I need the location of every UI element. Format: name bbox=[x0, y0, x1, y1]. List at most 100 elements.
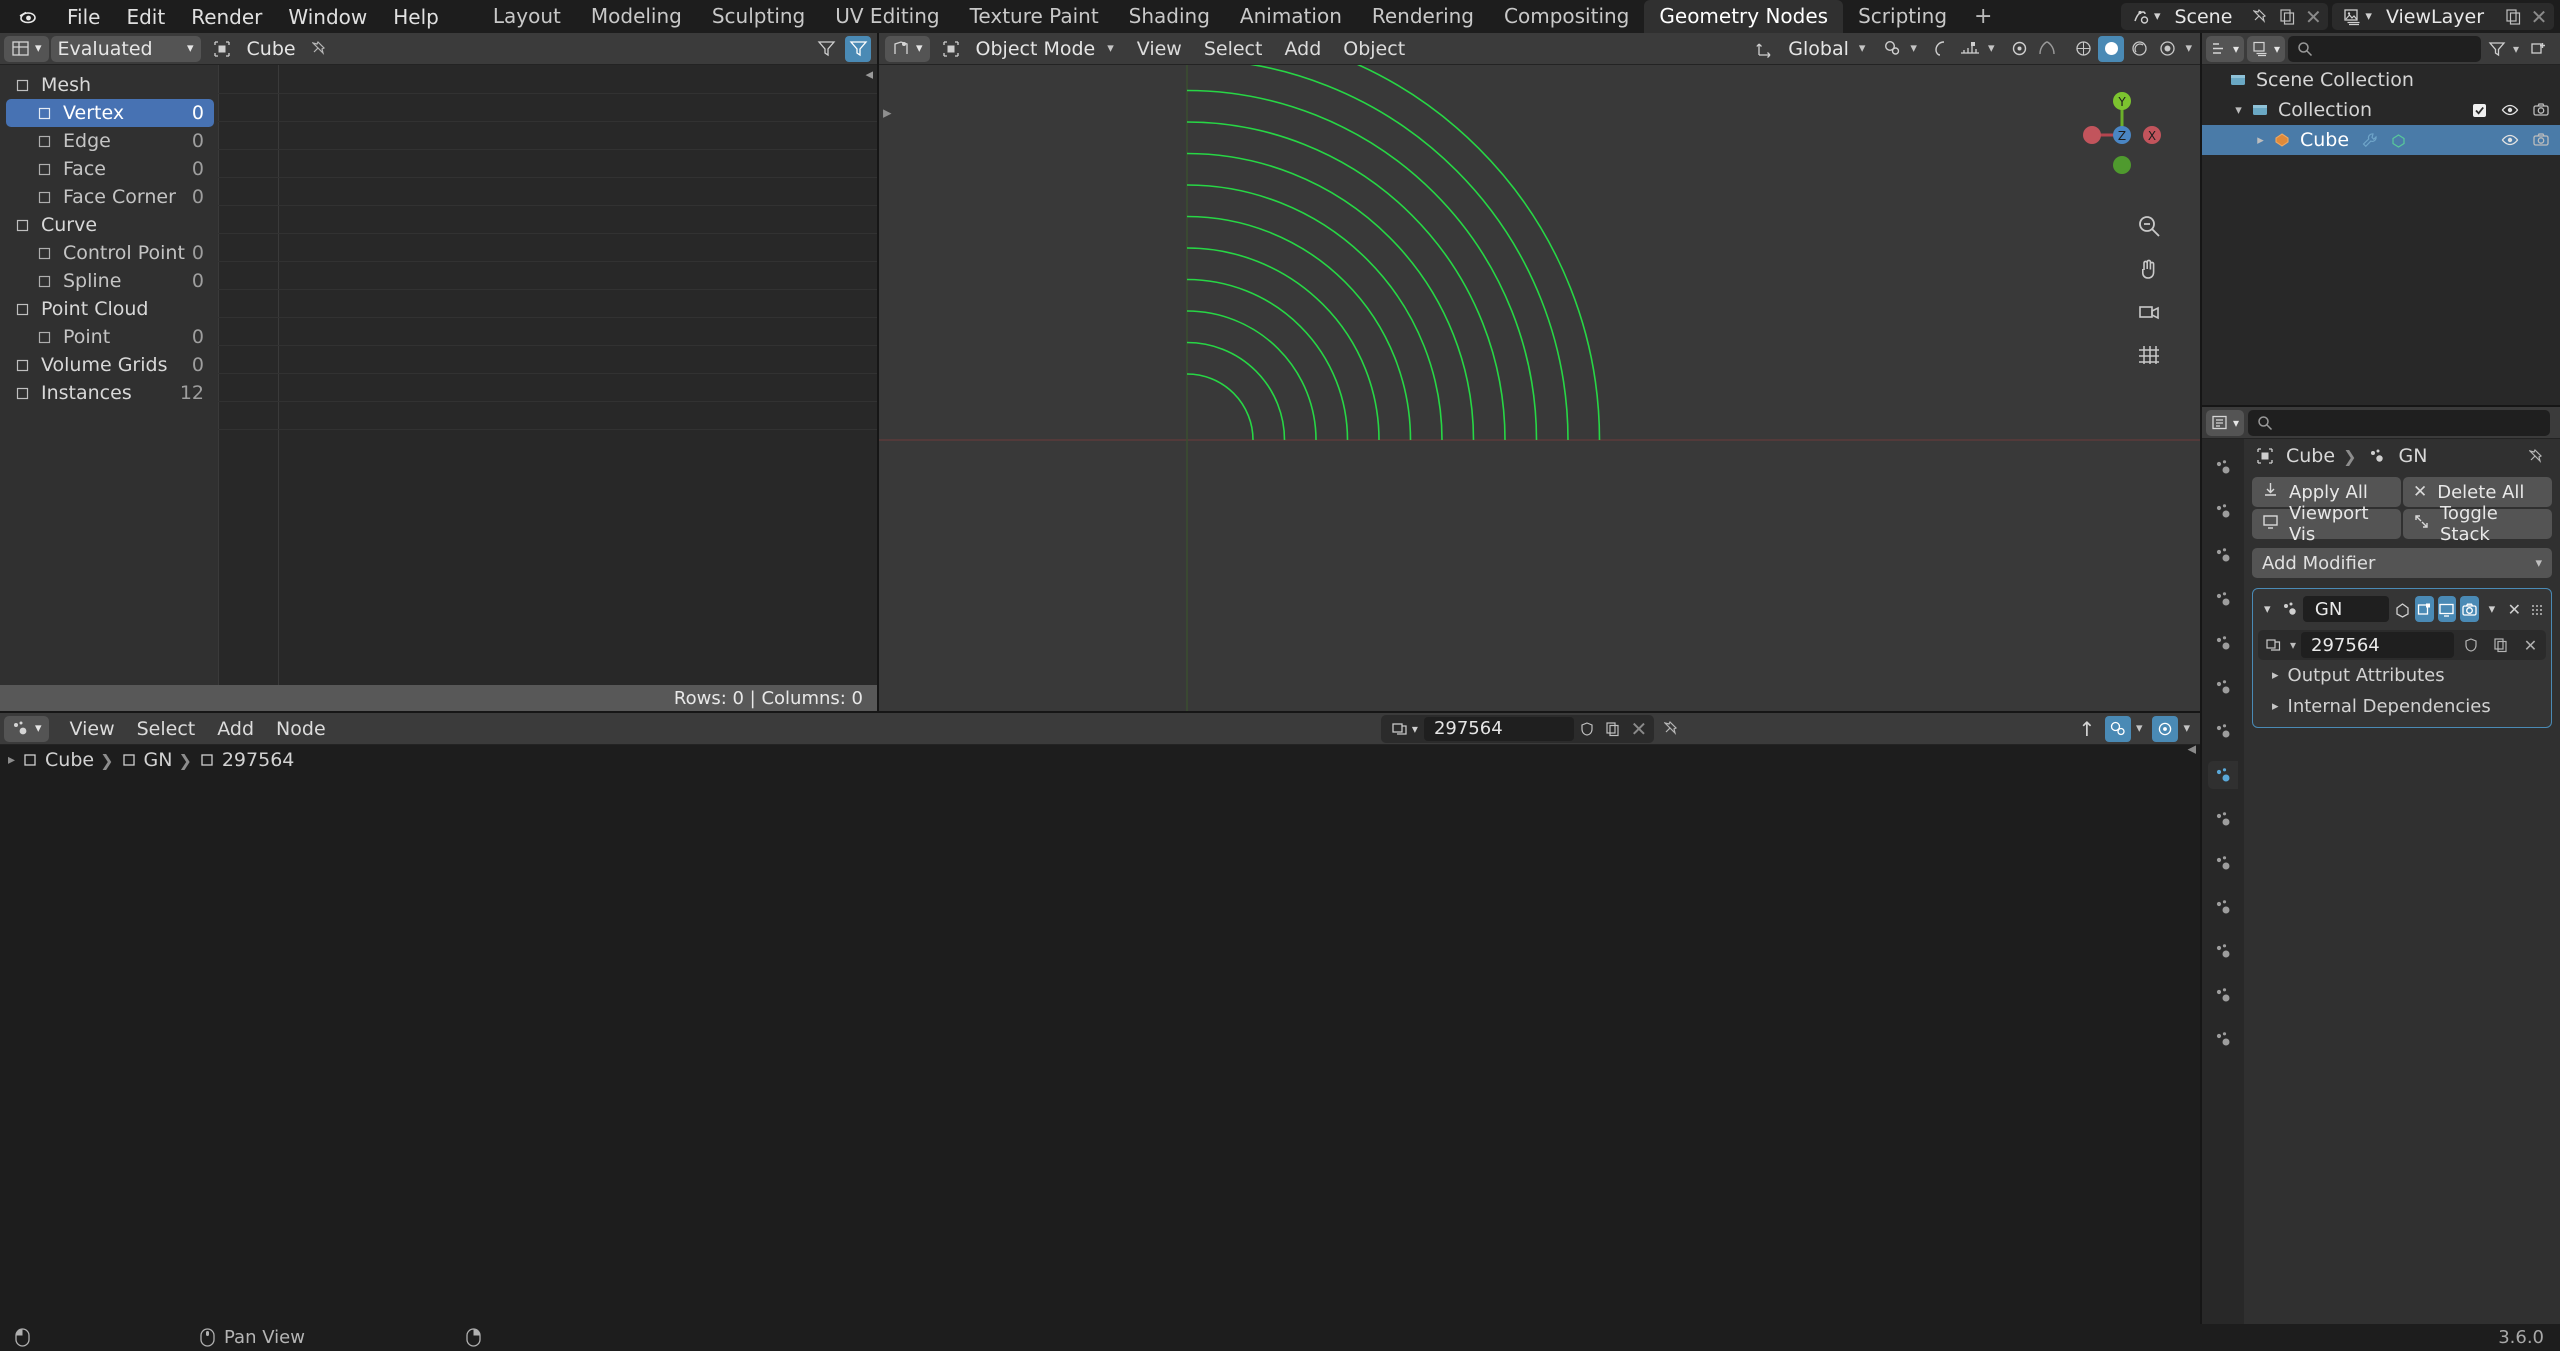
outliner-filter-chevron-down-icon[interactable]: ▾ bbox=[2513, 42, 2519, 56]
node-editor-arrow-up-icon[interactable]: ↑ bbox=[2074, 716, 2100, 742]
internal-dependencies-section[interactable]: ▸ Internal Dependencies bbox=[2258, 691, 2546, 722]
workspace-tab-scripting[interactable]: Scripting bbox=[1843, 0, 1962, 33]
workspace-tab-layout[interactable]: Layout bbox=[478, 0, 576, 33]
spreadsheet-domain-edge[interactable]: Edge 0 bbox=[6, 127, 214, 155]
modifier-realtime-display-icon[interactable] bbox=[2415, 596, 2434, 622]
breadcrumb-object-label[interactable]: Cube bbox=[2286, 445, 2335, 467]
solid-shading-icon[interactable] bbox=[2098, 35, 2125, 62]
spreadsheet-domain-volume-grids[interactable]: Volume Grids 0 bbox=[6, 351, 214, 379]
spreadsheet-domain-point-cloud[interactable]: Point Cloud bbox=[6, 295, 214, 323]
scene-tab-icon[interactable] bbox=[2208, 629, 2238, 657]
workspace-tab-modeling[interactable]: Modeling bbox=[576, 0, 697, 33]
spreadsheet-domain-spline[interactable]: Spline 0 bbox=[6, 267, 214, 295]
viewlayer-copy-icon[interactable] bbox=[2500, 3, 2526, 30]
modifier-fake-user-icon[interactable] bbox=[2457, 632, 2484, 658]
modifier-nodegroup-name[interactable]: 297564 bbox=[2301, 632, 2454, 658]
falloff-chevron-down-icon[interactable]: ▾ bbox=[1988, 41, 1995, 56]
menu-help[interactable]: Help bbox=[380, 3, 452, 31]
browse-nodegroup-icon[interactable] bbox=[2260, 632, 2287, 658]
properties-search-input[interactable] bbox=[2248, 409, 2550, 436]
node-editor-type-icon[interactable]: ▾ bbox=[4, 715, 49, 742]
node-menu-select[interactable]: Select bbox=[126, 716, 207, 742]
node-breadcrumb-label[interactable]: GN bbox=[144, 749, 173, 771]
nodegroup-browse-chevron-down-icon[interactable]: ▾ bbox=[2290, 638, 2296, 652]
node-menu-view[interactable]: View bbox=[59, 716, 126, 742]
node-breadcrumb-label[interactable]: 297564 bbox=[222, 749, 295, 771]
viewport-menu-select[interactable]: Select bbox=[1193, 36, 1274, 62]
scene-selector[interactable]: ▾ Scene ✕ bbox=[2120, 3, 2329, 30]
spreadsheet-filter-toggle-icon[interactable] bbox=[845, 35, 871, 62]
modifier-nodegroup-close-icon[interactable]: ✕ bbox=[2517, 632, 2544, 658]
viewlayer-tab-icon[interactable] bbox=[2208, 585, 2238, 613]
outliner-view-layer-icon[interactable]: ▾ bbox=[2247, 35, 2286, 62]
overlays-icon[interactable] bbox=[2006, 36, 2032, 62]
viewport-sidebar-toggle[interactable]: ▸ bbox=[883, 103, 892, 123]
workspace-tab-sculpting[interactable]: Sculpting bbox=[697, 0, 820, 33]
breadcrumb-modifier-label[interactable]: GN bbox=[2398, 445, 2427, 467]
viewport-mode-label[interactable]: Object Mode bbox=[966, 38, 1106, 60]
scene-icon[interactable]: ▾ bbox=[2123, 3, 2167, 30]
zoom-icon[interactable] bbox=[2134, 211, 2164, 241]
workspace-tab-compositing[interactable]: Compositing bbox=[1489, 0, 1644, 33]
scene-pin-icon[interactable] bbox=[2248, 3, 2274, 30]
checkbox-checked-icon[interactable] bbox=[2471, 102, 2488, 119]
menu-file[interactable]: File bbox=[54, 3, 113, 31]
viewlayer-selector[interactable]: ▾ ViewLayer ✕ bbox=[2332, 3, 2554, 30]
grid-toggle-icon[interactable] bbox=[2134, 340, 2164, 370]
viewport-canvas[interactable]: ▸ Y X Z bbox=[879, 65, 2200, 711]
outliner-item-collection[interactable]: ▾ Collection bbox=[2202, 95, 2560, 125]
node-menu-add[interactable]: Add bbox=[206, 716, 265, 742]
node-overlay-icon[interactable] bbox=[2152, 715, 2179, 742]
object-tab-icon[interactable] bbox=[2208, 717, 2238, 745]
spreadsheet-editor-type-icon[interactable]: ▾ bbox=[4, 35, 49, 62]
modifier-expand-chevron-down-icon[interactable]: ▾ bbox=[2258, 596, 2276, 622]
nodegroup-selector[interactable]: ▾ 297564 ✕ bbox=[1380, 714, 1654, 743]
modifier-tab-icon[interactable] bbox=[2208, 761, 2238, 789]
falloff-curve-icon[interactable] bbox=[1957, 36, 1983, 62]
snap-magnet-icon[interactable] bbox=[1879, 36, 1905, 62]
xray-icon[interactable] bbox=[2034, 36, 2060, 62]
texture-tab-icon[interactable] bbox=[2208, 1025, 2238, 1053]
node-canvas[interactable]: ▾ArcCurvePointsRadiusResolution24Radius1… bbox=[0, 775, 2200, 1324]
chevron-down-icon[interactable]: ▾ bbox=[2232, 103, 2245, 118]
outliner-display-mode-icon[interactable]: ▾ bbox=[2206, 35, 2245, 62]
spreadsheet-domain-face[interactable]: Face 0 bbox=[6, 155, 214, 183]
physics-tab-icon[interactable] bbox=[2208, 849, 2238, 877]
material-tab-icon[interactable] bbox=[2208, 981, 2238, 1009]
mesh-data-icon[interactable] bbox=[2390, 132, 2407, 149]
eye-icon[interactable] bbox=[2501, 131, 2519, 149]
workspace-tab-animation[interactable]: Animation bbox=[1225, 0, 1357, 33]
node-breadcrumb-label[interactable]: Cube bbox=[45, 749, 94, 771]
constraints-tab-icon[interactable] bbox=[2208, 893, 2238, 921]
workspace-tab-rendering[interactable]: Rendering bbox=[1357, 0, 1489, 33]
spreadsheet-filter-icon[interactable] bbox=[813, 36, 839, 62]
viewport-menu-object[interactable]: Object bbox=[1332, 36, 1416, 62]
spreadsheet-pin-icon[interactable] bbox=[308, 36, 334, 62]
add-workspace-button[interactable]: + bbox=[1962, 0, 2004, 33]
dataset-mode-dropdown[interactable]: Evaluated ▾ bbox=[50, 35, 201, 62]
scene-copy-icon[interactable] bbox=[2274, 3, 2300, 30]
camera-icon[interactable] bbox=[2532, 101, 2550, 119]
snap-chevron-down-icon[interactable]: ▾ bbox=[1910, 41, 1917, 56]
modifier-extras-chevron-down-icon[interactable]: ▾ bbox=[2483, 596, 2501, 622]
menu-window[interactable]: Window bbox=[275, 3, 380, 31]
navigation-gizmo[interactable]: Y X Z bbox=[2074, 87, 2170, 183]
breadcrumb-home-arrow[interactable]: ▸ bbox=[8, 752, 15, 768]
transform-orientation-icon[interactable] bbox=[1752, 36, 1778, 62]
viewport-menu-view[interactable]: View bbox=[1126, 36, 1193, 62]
node-menu-node[interactable]: Node bbox=[265, 716, 337, 742]
data-tab-icon[interactable] bbox=[2208, 937, 2238, 965]
menu-edit[interactable]: Edit bbox=[113, 3, 178, 31]
viewport-menu-add[interactable]: Add bbox=[1273, 36, 1332, 62]
workspace-tab-texture-paint[interactable]: Texture Paint bbox=[955, 0, 1114, 33]
camera-view-icon[interactable] bbox=[2134, 297, 2164, 327]
wireframe-shading-icon[interactable] bbox=[2070, 36, 2096, 62]
nodegroup-copy-icon[interactable] bbox=[1600, 715, 1626, 742]
node-editor-pin-icon[interactable] bbox=[1660, 716, 1686, 742]
modifier-close-icon[interactable]: ✕ bbox=[2505, 596, 2523, 622]
node-editor-sidebar-toggle[interactable]: ◂ bbox=[2187, 739, 2196, 759]
toggle-stack-button[interactable]: Toggle Stack bbox=[2403, 503, 2552, 545]
rendered-shading-icon[interactable] bbox=[2154, 36, 2180, 62]
node-snap-chevron-down-icon[interactable]: ▾ bbox=[2136, 721, 2143, 736]
shading-chevron-down-icon[interactable]: ▾ bbox=[2185, 41, 2192, 56]
